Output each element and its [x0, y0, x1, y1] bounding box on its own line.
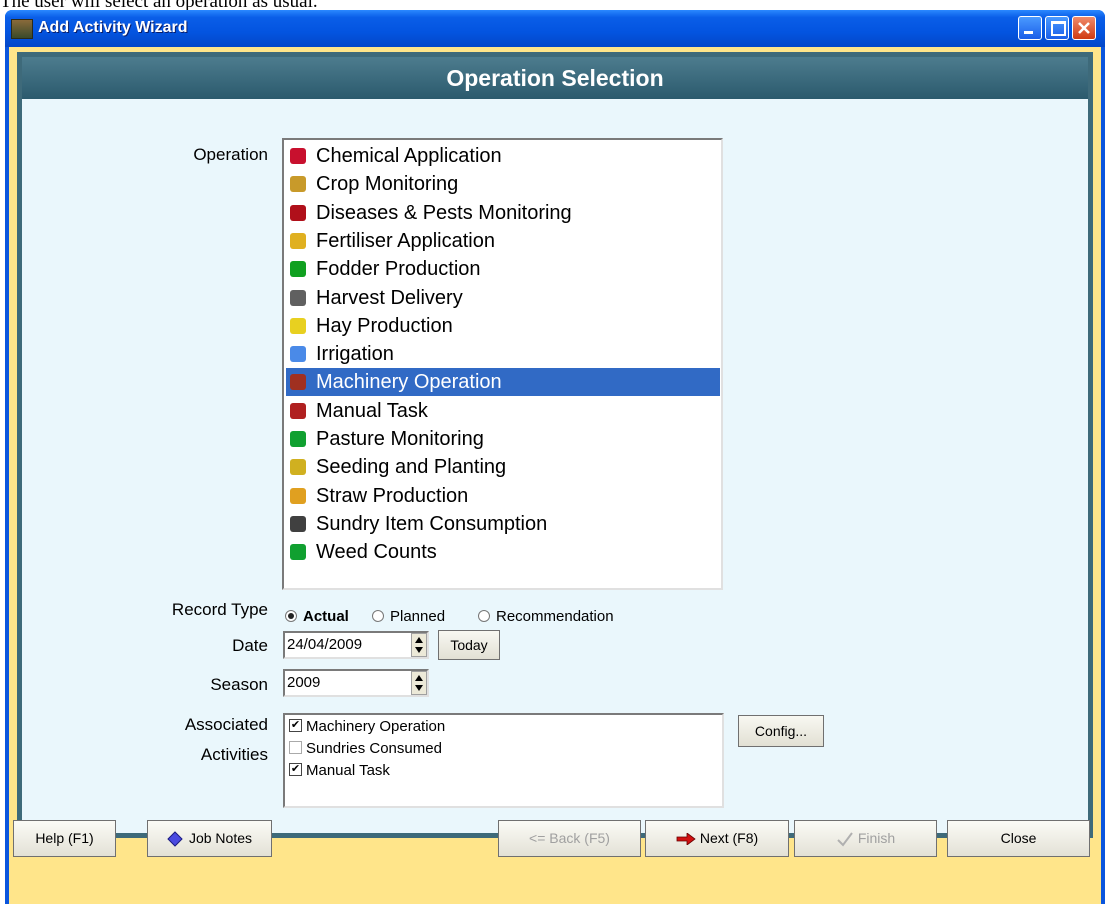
- bug-icon: [290, 204, 306, 221]
- maximize-icon: [1051, 21, 1066, 36]
- next-button[interactable]: Next (F8): [645, 820, 789, 857]
- radio-dot-planned: [372, 610, 384, 623]
- fodder-icon: [290, 261, 306, 278]
- today-button[interactable]: Today: [438, 630, 500, 660]
- operation-item-label: Straw Production: [316, 484, 469, 507]
- tractor-icon: [290, 374, 306, 391]
- operation-item-label: Fertiliser Application: [316, 229, 495, 252]
- operation-listbox[interactable]: Chemical Application Crop Monitoring Disea…: [282, 138, 723, 590]
- title-bar[interactable]: Add Activity Wizard: [5, 10, 1105, 47]
- water-drop-icon: [290, 346, 306, 363]
- operation-label: Operation: [193, 145, 268, 164]
- config-button[interactable]: Config...: [738, 715, 824, 747]
- checkbox-checked-icon[interactable]: ✔: [289, 762, 302, 776]
- date-label: Date: [232, 636, 268, 655]
- finish-button[interactable]: Finish: [794, 820, 937, 857]
- associated-activities-list[interactable]: ✔ Machinery Operation Sundries Consumed ✔ Ma…: [283, 713, 724, 808]
- help-button[interactable]: Help (F1): [13, 820, 116, 857]
- operation-item-label: Fodder Production: [316, 258, 481, 281]
- operation-item[interactable]: Crop Monitoring: [286, 170, 720, 198]
- operation-item-label: Hay Production: [316, 314, 453, 337]
- operation-item-label: Chemical Application: [316, 145, 502, 167]
- operation-item-label: Manual Task: [316, 399, 428, 422]
- diamond-icon: [167, 831, 183, 848]
- operation-item-label: Sundry Item Consumption: [316, 512, 548, 535]
- checkbox-empty-icon[interactable]: [289, 740, 302, 754]
- fertiliser-icon: [290, 232, 306, 249]
- associated-activity-label: Manual Task: [306, 762, 390, 779]
- spin-up-icon: [415, 675, 423, 681]
- operation-item-label: Diseases & Pests Monitoring: [316, 201, 572, 224]
- caption-text: The user will select an operation as usu…: [0, 0, 318, 12]
- radio-dot-actual: [285, 610, 297, 623]
- operation-item[interactable]: Machinery Operation: [286, 368, 720, 397]
- next-arrow-icon: [676, 832, 696, 847]
- operation-item-label: Machinery Operation: [316, 371, 502, 394]
- operation-item[interactable]: Fodder Production: [286, 255, 720, 283]
- minimize-button[interactable]: [1018, 16, 1042, 40]
- date-spinner[interactable]: [411, 633, 427, 657]
- operation-item[interactable]: Pasture Monitoring: [286, 425, 720, 453]
- associated-label-line1: Associated: [184, 715, 268, 734]
- season-label: Season: [210, 675, 268, 694]
- hay-icon: [290, 317, 306, 334]
- seed-icon: [290, 459, 306, 476]
- associated-label-line2: Activities: [200, 745, 268, 764]
- date-field[interactable]: 24/04/2009: [283, 631, 429, 659]
- hand-icon: [290, 402, 306, 419]
- crop-icon: [290, 176, 306, 193]
- window-title: Add Activity Wizard: [38, 19, 188, 36]
- operation-item[interactable]: Sundry Item Consumption: [286, 510, 720, 538]
- straw-icon: [290, 487, 306, 504]
- spin-up-icon: [415, 637, 423, 643]
- chemical-icon: [290, 148, 306, 164]
- operation-item[interactable]: Seeding and Planting: [286, 453, 720, 481]
- record-type-label: Record Type: [171, 600, 268, 619]
- associated-activity-item[interactable]: Sundries Consumed: [289, 738, 442, 760]
- associated-activity-item[interactable]: ✔ Machinery Operation: [289, 716, 445, 738]
- operation-item-label: Crop Monitoring: [316, 173, 459, 196]
- associated-activity-label: Machinery Operation: [306, 718, 446, 735]
- page-title: Operation Selection: [22, 57, 1088, 99]
- operation-item[interactable]: Weed Counts: [286, 538, 720, 566]
- operation-item-label: Irrigation: [316, 343, 394, 366]
- associated-activity-label: Sundries Consumed: [306, 740, 442, 757]
- operation-item-label: Weed Counts: [316, 541, 437, 564]
- operation-item-label: Harvest Delivery: [316, 286, 463, 309]
- close-icon: [1078, 22, 1090, 34]
- back-button[interactable]: <= Back (F5): [498, 820, 641, 857]
- minimize-icon: [1024, 31, 1033, 34]
- job-notes-button[interactable]: Job Notes: [147, 820, 272, 857]
- radio-actual[interactable]: Actual: [285, 608, 349, 625]
- spin-down-icon: [415, 685, 423, 691]
- pasture-icon: [290, 431, 306, 447]
- operation-item[interactable]: Harvest Delivery: [286, 284, 720, 312]
- close-button[interactable]: Close: [947, 820, 1090, 857]
- weed-icon: [290, 544, 306, 561]
- operation-item[interactable]: Chemical Application: [286, 142, 720, 170]
- checkbox-checked-icon[interactable]: ✔: [289, 718, 302, 732]
- season-spinner[interactable]: [411, 671, 427, 695]
- harvest-icon: [290, 289, 306, 306]
- close-window-button[interactable]: [1072, 16, 1096, 40]
- associated-activity-item[interactable]: ✔ Manual Task: [289, 760, 390, 782]
- operation-item[interactable]: Straw Production: [286, 482, 720, 510]
- radio-planned[interactable]: Planned: [372, 608, 445, 625]
- operation-item[interactable]: Fertiliser Application: [286, 227, 720, 255]
- operation-item-label: Seeding and Planting: [316, 456, 507, 479]
- back-arrow-icon: <=: [529, 830, 546, 846]
- app-icon: [11, 19, 33, 39]
- operation-item[interactable]: Hay Production: [286, 312, 720, 340]
- checkmark-icon: [837, 832, 853, 847]
- operation-item[interactable]: Irrigation: [286, 340, 720, 368]
- radio-recommendation[interactable]: Recommendation: [478, 608, 614, 625]
- maximize-button[interactable]: [1045, 16, 1069, 40]
- operation-item[interactable]: Manual Task: [286, 397, 720, 425]
- spin-down-icon: [415, 647, 423, 653]
- hammer-icon: [290, 515, 306, 532]
- operation-item-label: Pasture Monitoring: [316, 428, 484, 450]
- season-field[interactable]: 2009: [283, 669, 429, 697]
- radio-dot-recommendation: [478, 610, 490, 623]
- operation-item[interactable]: Diseases & Pests Monitoring: [286, 199, 720, 227]
